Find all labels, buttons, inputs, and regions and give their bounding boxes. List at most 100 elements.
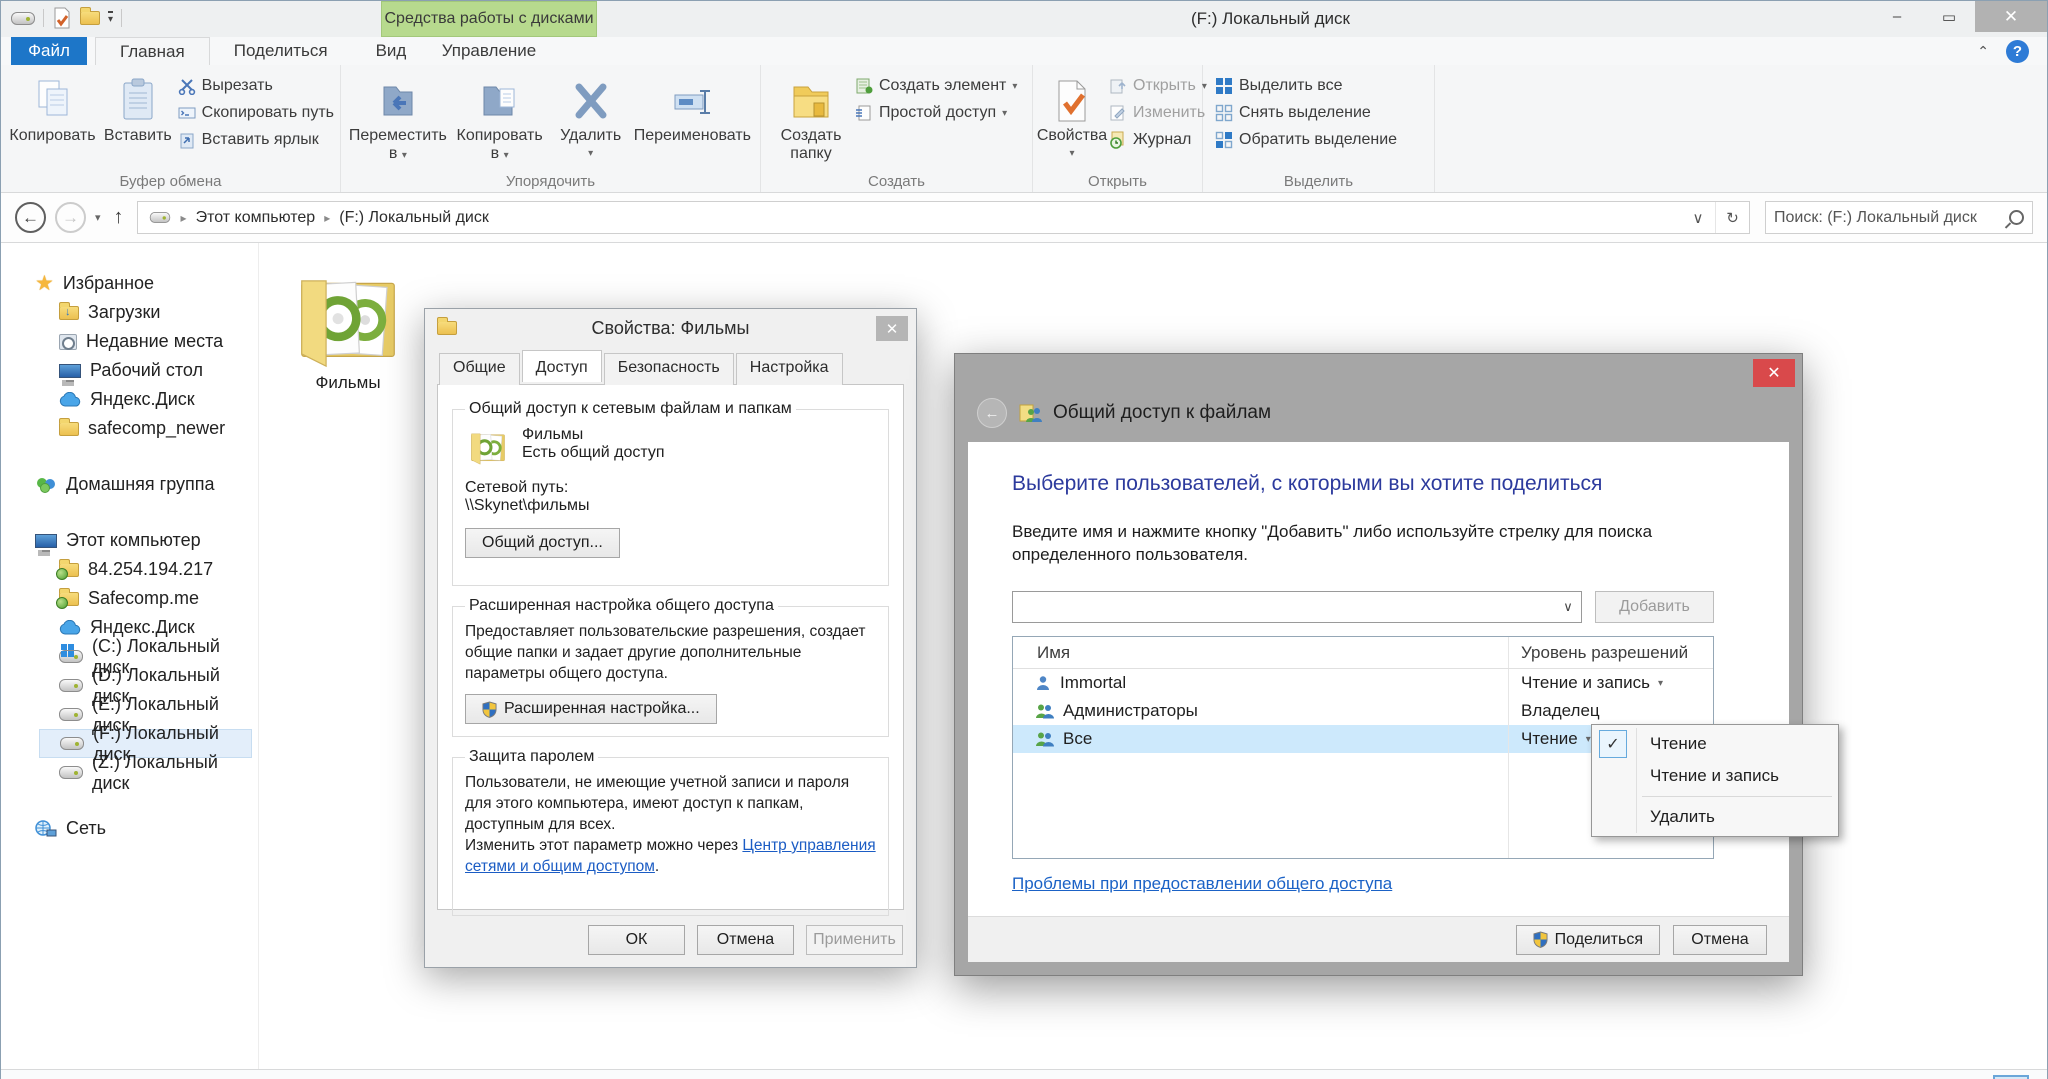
file-sharing-icon	[1018, 403, 1042, 423]
sidebar-item-network-drive-ip[interactable]: 84.254.194.217	[1, 555, 258, 584]
tab-general[interactable]: Общие	[439, 353, 520, 385]
history-button[interactable]: Журнал	[1109, 131, 1207, 149]
menu-separator	[1642, 796, 1832, 797]
menu-item-remove[interactable]: Удалить	[1594, 801, 1836, 833]
copy-button[interactable]: Копировать	[7, 71, 98, 145]
advanced-sharing-button[interactable]: Расширенная настройка...	[465, 694, 717, 724]
thumbnail-view-icon[interactable]	[1993, 1075, 2029, 1079]
minimize-button[interactable]: –	[1871, 1, 1923, 32]
drive-icon	[59, 708, 83, 721]
sharing-problems-link[interactable]: Проблемы при предоставлении общего досту…	[1012, 874, 1392, 894]
folder-tile-label: Фильмы	[315, 373, 380, 393]
copy-to-icon	[478, 73, 522, 123]
open-button[interactable]: Открыть ▾	[1109, 77, 1207, 95]
tab-security[interactable]: Безопасность	[604, 353, 734, 385]
cancel-button[interactable]: Отмена	[1673, 925, 1767, 955]
new-item-button[interactable]: Создать элемент ▾	[855, 77, 1017, 95]
copy-to-button[interactable]: Копировать в ▾	[449, 71, 551, 165]
table-row[interactable]: Администраторы Владелец	[1013, 697, 1713, 725]
sidebar-item-network[interactable]: Сеть	[1, 814, 258, 843]
cloud-icon	[59, 620, 81, 636]
select-none-button[interactable]: Снять выделение	[1215, 104, 1397, 122]
system-drive-icon	[59, 650, 83, 663]
breadcrumb-item-computer[interactable]: Этот компьютер	[196, 209, 316, 227]
user-icon	[1035, 675, 1051, 691]
cut-button[interactable]: Вырезать	[178, 77, 334, 95]
copy-path-button[interactable]: Скопировать путь	[178, 104, 334, 122]
sidebar-item-downloads[interactable]: ↓ Загрузки	[1, 298, 258, 327]
menu-item-read[interactable]: ✓ Чтение	[1594, 728, 1836, 760]
properties-button[interactable]: Свойства ▾	[1037, 71, 1107, 163]
menu-item-read-write[interactable]: Чтение и запись	[1594, 760, 1836, 792]
apply-button[interactable]: Применить	[806, 925, 903, 955]
breadcrumb-item-drive[interactable]: (F:) Локальный диск	[339, 209, 489, 227]
user-combo-input[interactable]	[1013, 592, 1555, 622]
add-user-button[interactable]: Добавить	[1595, 591, 1714, 623]
new-folder-shortcut-icon[interactable]	[80, 11, 100, 25]
password-protection-group: Защита паролем Пользователи, не имеющие …	[452, 748, 889, 916]
group-label-organize: Упорядочить	[341, 173, 760, 190]
share-button[interactable]: Поделиться	[1516, 925, 1660, 955]
refresh-icon[interactable]: ↻	[1715, 202, 1749, 233]
sidebar-item-drive-z[interactable]: (Z:) Локальный диск	[1, 758, 258, 787]
tab-home[interactable]: Главная	[95, 37, 210, 65]
advanced-sharing-group: Расширенная настройка общего доступа Пре…	[452, 597, 889, 737]
combo-dropdown-icon[interactable]: ∨	[1555, 599, 1581, 615]
back-button[interactable]: ←	[15, 202, 46, 233]
edit-button[interactable]: Изменить	[1109, 104, 1207, 122]
sidebar-item-desktop[interactable]: Рабочий стол	[1, 356, 258, 385]
cancel-button[interactable]: Отмена	[697, 925, 794, 955]
easy-access-button[interactable]: Простой доступ ▾	[855, 104, 1017, 122]
group-icon	[1035, 731, 1054, 747]
tab-manage[interactable]: Управление	[381, 37, 597, 65]
sidebar-item-homegroup[interactable]: Домашняя группа	[1, 470, 258, 499]
select-all-button[interactable]: Выделить все	[1215, 77, 1397, 95]
paste-button[interactable]: Вставить	[98, 71, 178, 145]
permission-dropdown-icon[interactable]: ▾	[1658, 678, 1663, 689]
sidebar-item-safecomp-me[interactable]: Safecomp.me	[1, 584, 258, 613]
breadcrumb[interactable]: ▸ Этот компьютер ▸ (F:) Локальный диск ∨…	[137, 201, 1750, 234]
table-row[interactable]: Immortal Чтение и запись▾	[1013, 669, 1713, 697]
sidebar-item-yandex-disk[interactable]: Яндекс.Диск	[1, 385, 258, 414]
new-folder-button[interactable]: Создать папку	[767, 71, 855, 163]
share-access-button[interactable]: Общий доступ...	[465, 528, 620, 558]
forward-button[interactable]: →	[55, 202, 86, 233]
permission-dropdown-icon[interactable]: ▾	[1586, 734, 1591, 745]
sharing-close-icon[interactable]: ✕	[1753, 359, 1795, 387]
sidebar-item-favorites[interactable]: ★ Избранное	[1, 269, 258, 298]
help-icon[interactable]: ?	[2006, 40, 2029, 63]
ok-button[interactable]: ОК	[588, 925, 685, 955]
search-icon[interactable]	[2009, 210, 2024, 225]
tab-share[interactable]: Поделиться	[210, 37, 352, 65]
tab-customize[interactable]: Настройка	[736, 353, 843, 385]
recent-places-icon	[59, 334, 77, 350]
properties-close-icon[interactable]: ✕	[876, 316, 908, 341]
sidebar-item-this-pc[interactable]: Этот компьютер	[1, 526, 258, 555]
up-button[interactable]: ↑	[110, 206, 128, 229]
column-header-name[interactable]: Имя	[1013, 637, 1508, 668]
recent-locations-icon[interactable]: ▾	[95, 211, 101, 224]
back-icon[interactable]: ←	[977, 398, 1007, 428]
sidebar-item-safecomp-newer[interactable]: safecomp_newer	[1, 414, 258, 443]
invert-selection-button[interactable]: Обратить выделение	[1215, 131, 1397, 149]
ribbon-group-select: Выделить все Снять выделение Обратить вы…	[1203, 65, 1435, 192]
ribbon-group-open: Свойства ▾ Открыть ▾ Изменить Журнал О	[1033, 65, 1203, 192]
folder-tile-films[interactable]: Фильмы	[283, 259, 413, 393]
tab-file[interactable]: Файл	[11, 37, 87, 65]
dropdown-arrow-icon: ▾	[1069, 145, 1074, 163]
delete-button[interactable]: Удалить ▾	[551, 71, 631, 163]
ribbon-group-create: Создать папку Создать элемент ▾ Простой …	[761, 65, 1033, 192]
address-dropdown-icon[interactable]: ∨	[1681, 202, 1715, 233]
sidebar-item-recent-places[interactable]: Недавние места	[1, 327, 258, 356]
qat-customize-icon[interactable]: ▾	[108, 11, 113, 25]
paste-shortcut-button[interactable]: Вставить ярлык	[178, 131, 334, 149]
search-input[interactable]	[1774, 209, 2009, 227]
maximize-button[interactable]: ▭	[1923, 1, 1975, 32]
properties-shortcut-icon[interactable]	[52, 7, 72, 29]
close-button[interactable]: ✕	[1975, 1, 2047, 32]
move-to-button[interactable]: Переместить в ▾	[347, 71, 449, 165]
tab-sharing[interactable]: Доступ	[522, 350, 602, 382]
rename-button[interactable]: Переименовать	[631, 71, 754, 145]
column-header-permission[interactable]: Уровень разрешений	[1508, 637, 1713, 668]
collapse-ribbon-icon[interactable]: ⌃	[1977, 43, 1989, 60]
